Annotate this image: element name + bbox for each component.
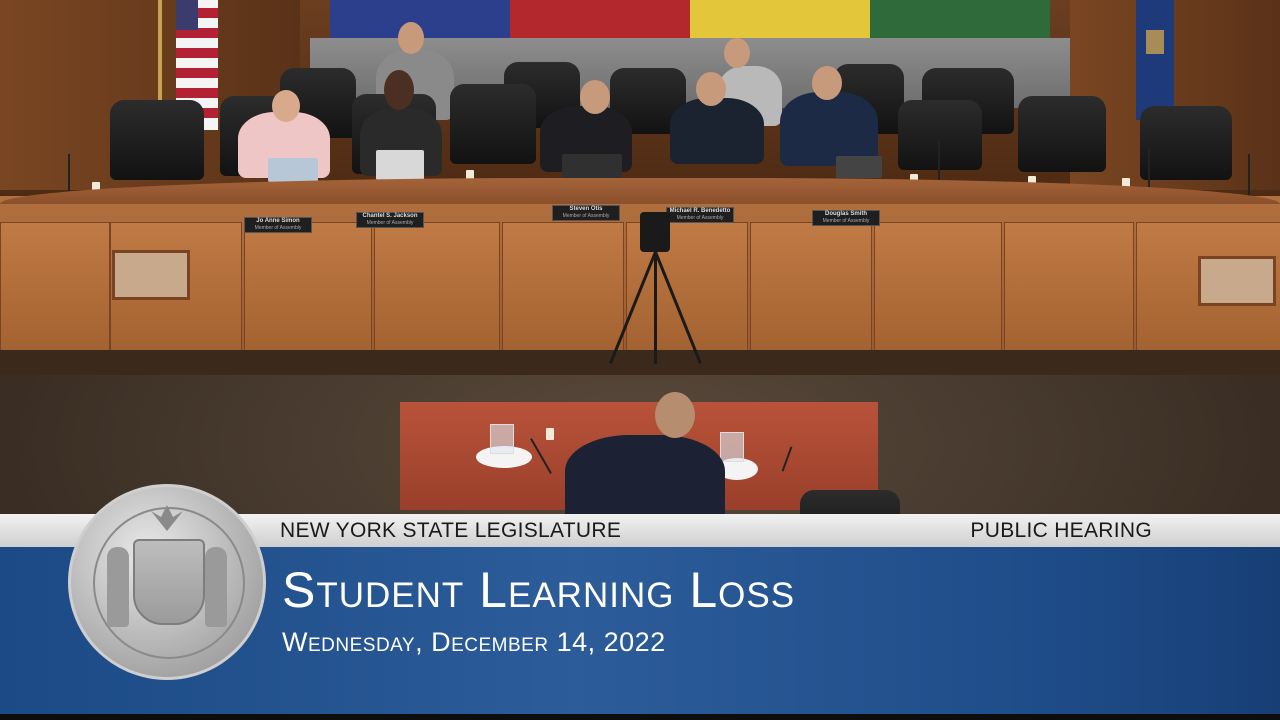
seal-figure-liberty <box>107 547 129 627</box>
person-head <box>696 72 726 106</box>
nameplate-benedetto: Michael R. Benedetto Member of Assembly <box>666 207 734 223</box>
microphone-icon <box>1248 154 1250 198</box>
nameplate-jackson: Chantel S. Jackson Member of Assembly <box>356 212 424 228</box>
dais-panel <box>874 222 1002 364</box>
tripod-leg <box>654 252 657 364</box>
person-head <box>398 22 424 54</box>
dais-panel <box>244 222 372 364</box>
person-head <box>580 80 610 114</box>
witness <box>565 435 725 525</box>
chair <box>898 100 982 170</box>
dais-panel <box>502 222 624 364</box>
water-glass <box>490 424 514 454</box>
camera-icon <box>640 212 670 252</box>
dais-panel <box>1004 222 1134 364</box>
nameplate-simon: Jo Anne Simon Member of Assembly <box>244 217 312 233</box>
chair <box>450 84 536 164</box>
hearing-date: Wednesday, December 14, 2022 <box>282 627 666 657</box>
member-seated <box>670 98 764 164</box>
member-seated <box>780 92 878 166</box>
chair <box>1018 96 1106 172</box>
seal-figure-justice <box>205 547 227 627</box>
wall-plaque <box>1198 256 1276 306</box>
person-head <box>724 38 750 68</box>
laptop <box>268 158 318 182</box>
laptop <box>376 150 424 180</box>
laptop <box>836 156 882 178</box>
nameplate-smith: Douglas Smith Member of Assembly <box>812 210 880 226</box>
person-head <box>272 90 300 122</box>
chair <box>110 100 204 180</box>
water-glass <box>720 432 744 462</box>
cup <box>546 428 554 440</box>
seal-eagle-icon <box>151 505 183 531</box>
dais-panel <box>0 222 110 364</box>
wall-plaque <box>112 250 190 300</box>
mural <box>330 0 1050 40</box>
new-york-state-seal-icon <box>68 484 266 680</box>
witness-head <box>655 392 695 438</box>
bottom-strip <box>0 714 1280 720</box>
laptop <box>562 154 622 178</box>
microphone-icon <box>938 140 940 184</box>
seal-shield <box>133 539 205 625</box>
dais-panel <box>374 222 500 364</box>
event-type-label: PUBLIC HEARING <box>970 519 1152 542</box>
nameplate-otis: Steven Otis Member of Assembly <box>552 205 620 221</box>
hearing-title: Student Learning Loss <box>282 562 796 618</box>
chair <box>1140 106 1232 180</box>
person-head <box>812 66 842 100</box>
organization-label: NEW YORK STATE LEGISLATURE <box>280 519 622 542</box>
person-head <box>384 70 414 110</box>
dais-panel <box>750 222 872 364</box>
